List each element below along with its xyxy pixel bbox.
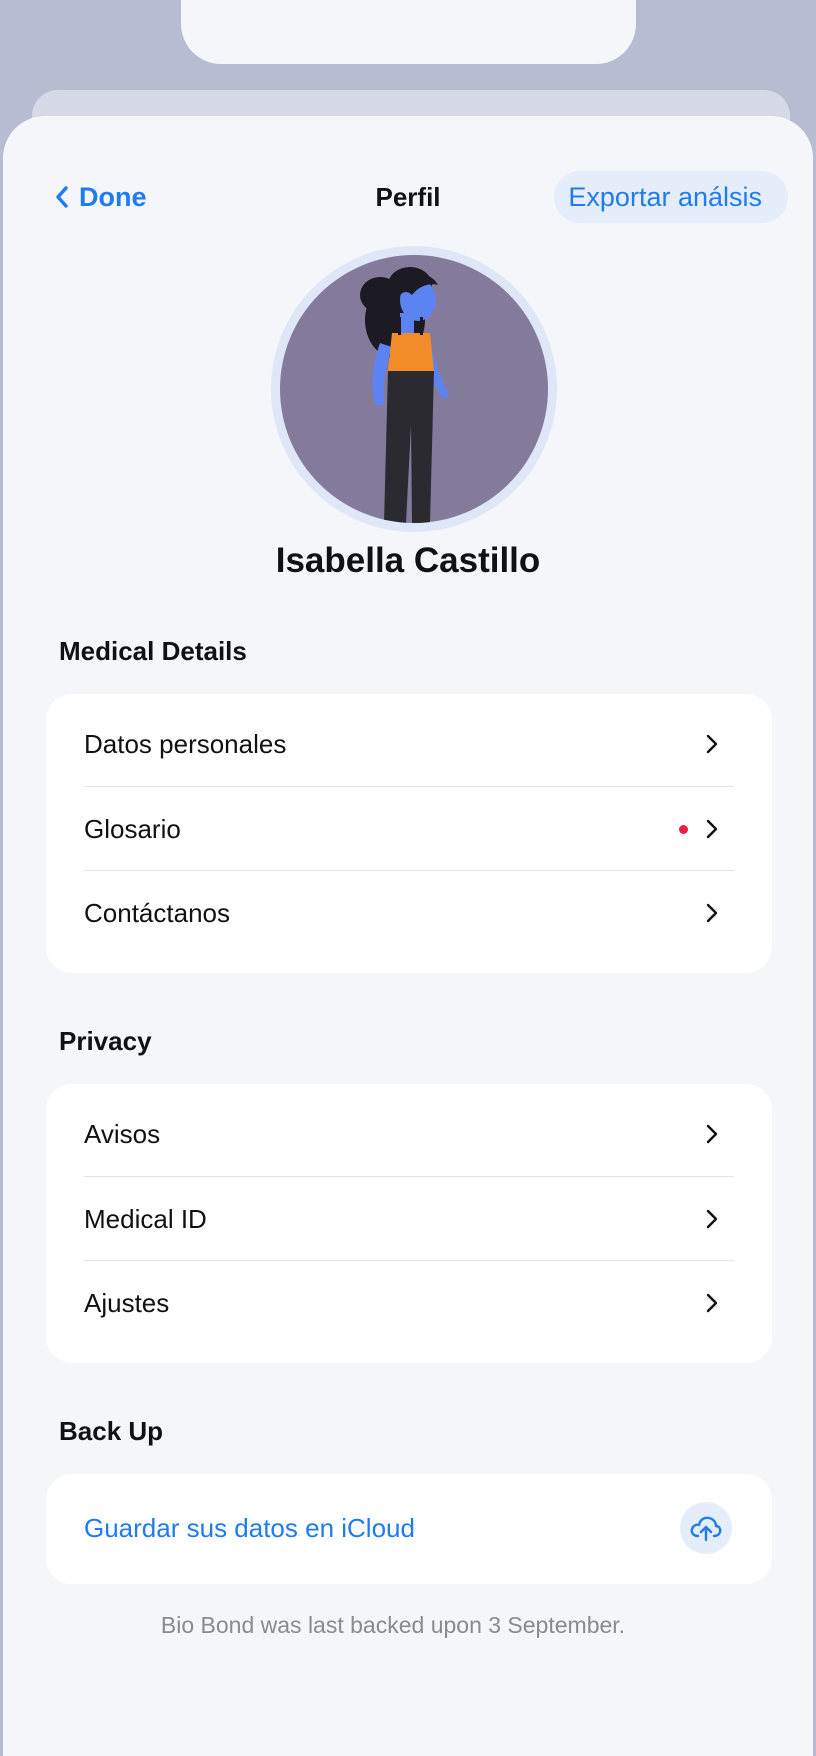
profile-sheet: Done Perfil Exportar análsis Isabella Ca… [3, 116, 813, 1756]
privacy-card: Avisos Medical ID Ajustes [46, 1084, 772, 1363]
section-title-backup: Back Up [59, 1416, 164, 1446]
cloud-upload-icon [690, 1516, 722, 1542]
list-item-datos-personales[interactable]: Datos personales [84, 702, 734, 786]
list-item-medical-id[interactable]: Medical ID [84, 1177, 734, 1261]
backup-status-note: Bio Bond was last backed upon 3 Septembe… [160, 1612, 626, 1638]
backup-card: Guardar sus datos en iCloud [46, 1474, 772, 1584]
cloud-upload-button[interactable] [680, 1502, 732, 1554]
list-item-glosario[interactable]: Glosario [84, 787, 734, 871]
list-item-avisos[interactable]: Avisos [84, 1092, 734, 1176]
avatar[interactable] [271, 246, 557, 532]
list-item-contactanos[interactable]: Contáctanos [84, 871, 734, 955]
section-title-medical: Medical Details [59, 636, 247, 666]
medical-details-card: Datos personales Glosario Contáctanos [46, 694, 772, 973]
section-title-privacy: Privacy [59, 1026, 152, 1056]
chevron-right-icon [706, 734, 718, 754]
list-item-label: Ajustes [84, 1287, 170, 1318]
device-notch [181, 0, 636, 64]
chevron-right-icon [706, 903, 718, 923]
profile-name: Isabella Castillo [275, 541, 541, 580]
list-item-label: Medical ID [84, 1203, 207, 1234]
list-item-label: Glosario [84, 813, 181, 844]
icloud-backup-row[interactable]: Guardar sus datos en iCloud [84, 1486, 734, 1570]
chevron-left-icon [56, 186, 68, 208]
done-label: Done [79, 181, 147, 212]
done-button[interactable]: Done [55, 169, 147, 225]
notification-dot [679, 824, 688, 834]
list-item-label: Datos personales [84, 728, 287, 759]
chevron-right-icon [706, 819, 718, 839]
avatar-illustration [280, 255, 548, 523]
chevron-right-icon [706, 1293, 718, 1313]
icloud-backup-label: Guardar sus datos en iCloud [84, 1512, 415, 1543]
chevron-right-icon [706, 1124, 718, 1144]
chevron-right-icon [706, 1209, 718, 1229]
list-item-label: Avisos [84, 1118, 161, 1149]
list-item-label: Contáctanos [84, 897, 230, 928]
list-item-ajustes[interactable]: Ajustes [84, 1261, 734, 1345]
nav-header: Done Perfil Exportar análsis [3, 169, 813, 225]
export-analysis-button[interactable]: Exportar análsis [554, 171, 788, 223]
